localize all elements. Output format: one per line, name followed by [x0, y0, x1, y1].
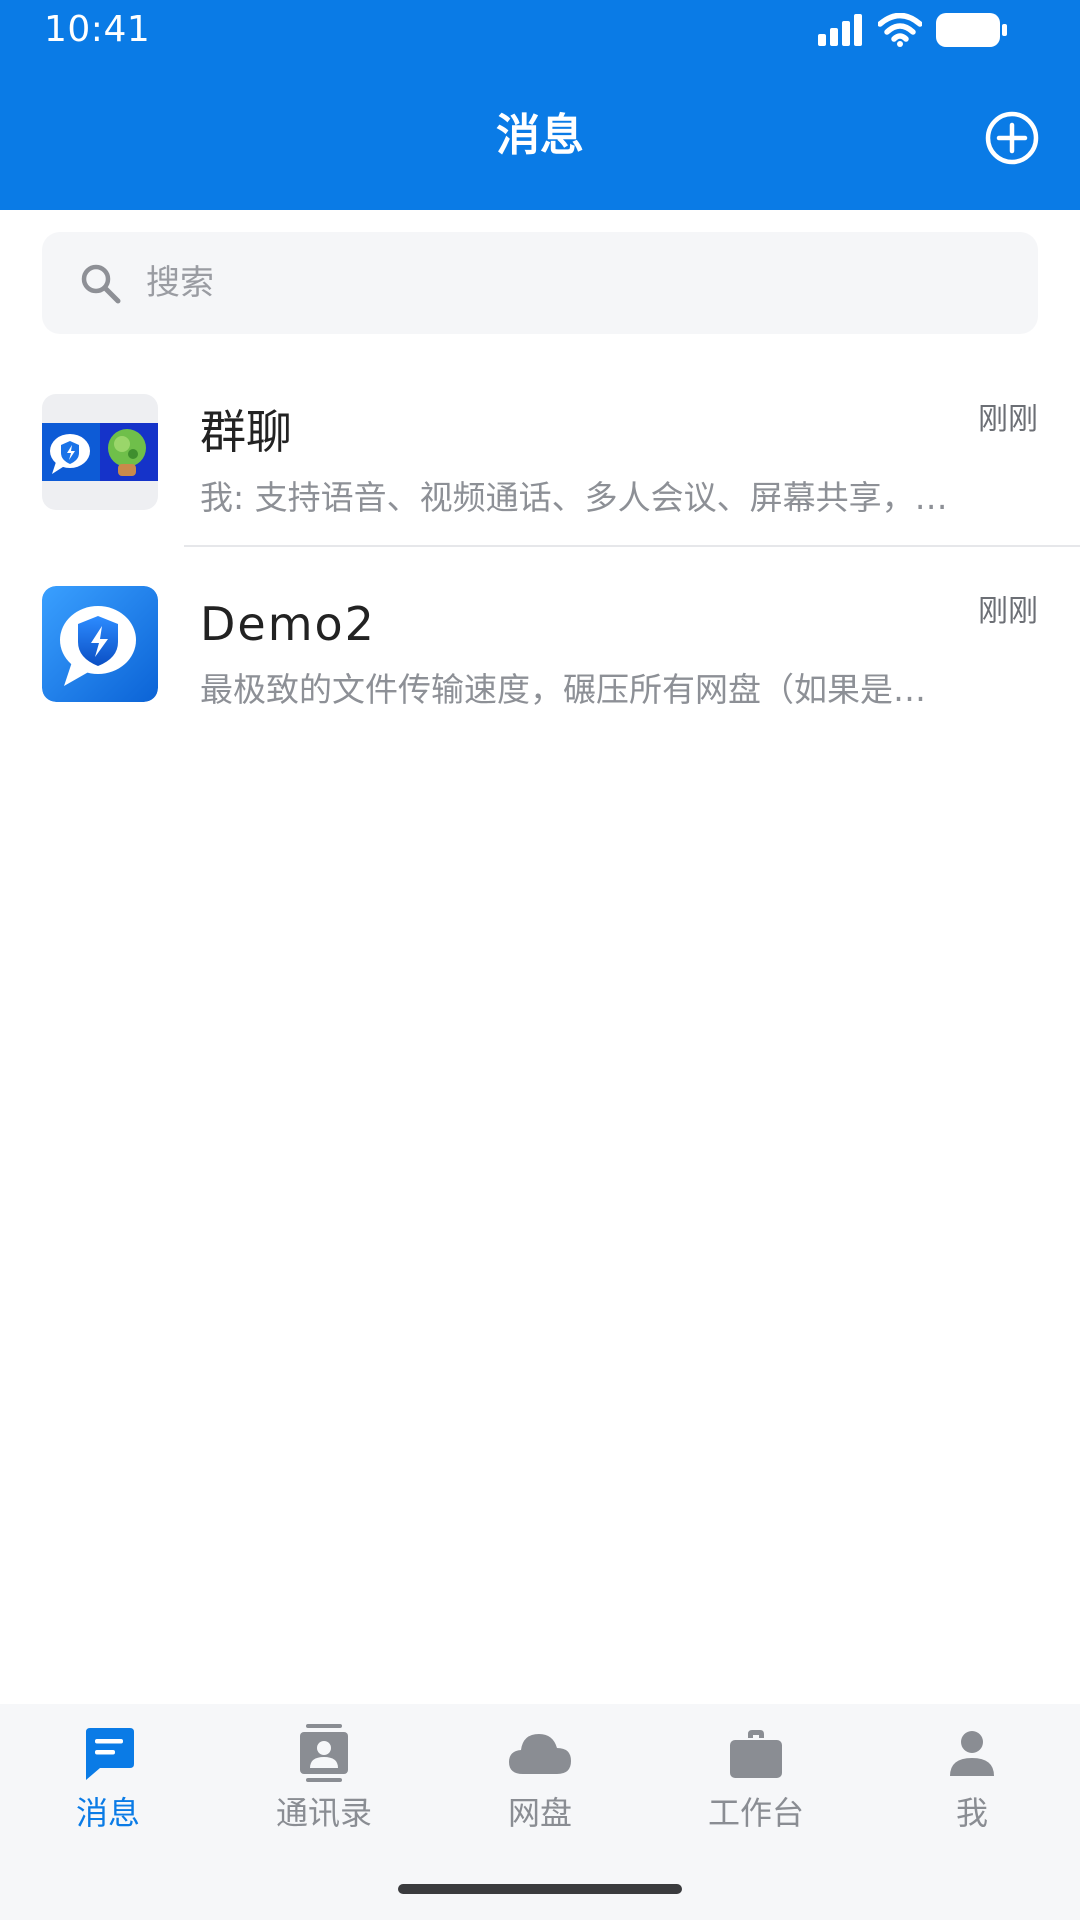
conversation-item[interactable]: 群聊 刚刚 我: 支持语音、视频通话、多人会议、屏幕共享，… [0, 374, 1080, 564]
cloud-icon [509, 1734, 571, 1774]
tab-contacts[interactable]: 通讯录 [216, 1722, 432, 1842]
search-input[interactable] [146, 263, 946, 303]
tab-messages[interactable]: 消息 [0, 1722, 216, 1842]
messages-screen: 10:41 消息 搜索 群聊 刚刚 我: 支持语音、视频通话、多人会议、屏幕共享… [0, 0, 1080, 1920]
contacts-icon [300, 1724, 348, 1782]
battery-icon [936, 13, 1007, 47]
conversation-preview: 我: 支持语音、视频通话、多人会议、屏幕共享，… [200, 478, 948, 517]
list-divider [184, 545, 1080, 547]
conversation-time: 刚刚 [978, 402, 1038, 437]
plus-circle-icon [985, 111, 1039, 165]
briefcase-icon [730, 1730, 782, 1778]
conversation-title: 群聊 [200, 405, 292, 459]
tab-label: 工作台 [707, 1794, 804, 1832]
group-avatar [42, 394, 158, 510]
person-icon [950, 1731, 994, 1776]
tab-label: 消息 [75, 1794, 140, 1832]
conversation-title: Demo2 [200, 597, 376, 651]
tab-label: 网盘 [507, 1794, 572, 1832]
conversation-item[interactable]: Demo2 刚刚 最极致的文件传输速度，碾压所有网盘（如果是… [0, 566, 1080, 756]
wifi-icon [878, 13, 922, 47]
tab-me[interactable]: 我 [864, 1722, 1080, 1842]
home-indicator [398, 1884, 682, 1894]
tab-workbench[interactable]: 工作台 [648, 1722, 864, 1842]
app-logo-avatar [42, 586, 158, 702]
conversation-time: 刚刚 [978, 594, 1038, 629]
search-icon [81, 264, 121, 304]
tab-label: 通讯录 [275, 1794, 372, 1832]
signal-icon [818, 14, 862, 46]
top-bar: 10:41 消息 [0, 0, 1080, 210]
page-title: 消息 [496, 110, 584, 161]
status-icons [818, 12, 1008, 48]
search-bar[interactable] [42, 232, 1038, 334]
tab-cloud-drive[interactable]: 网盘 [432, 1722, 648, 1842]
add-button[interactable] [982, 108, 1042, 168]
tab-label: 我 [955, 1794, 988, 1832]
conversation-preview: 最极致的文件传输速度，碾压所有网盘（如果是… [200, 670, 926, 709]
message-icon [86, 1728, 134, 1780]
status-time: 10:41 [44, 9, 151, 50]
